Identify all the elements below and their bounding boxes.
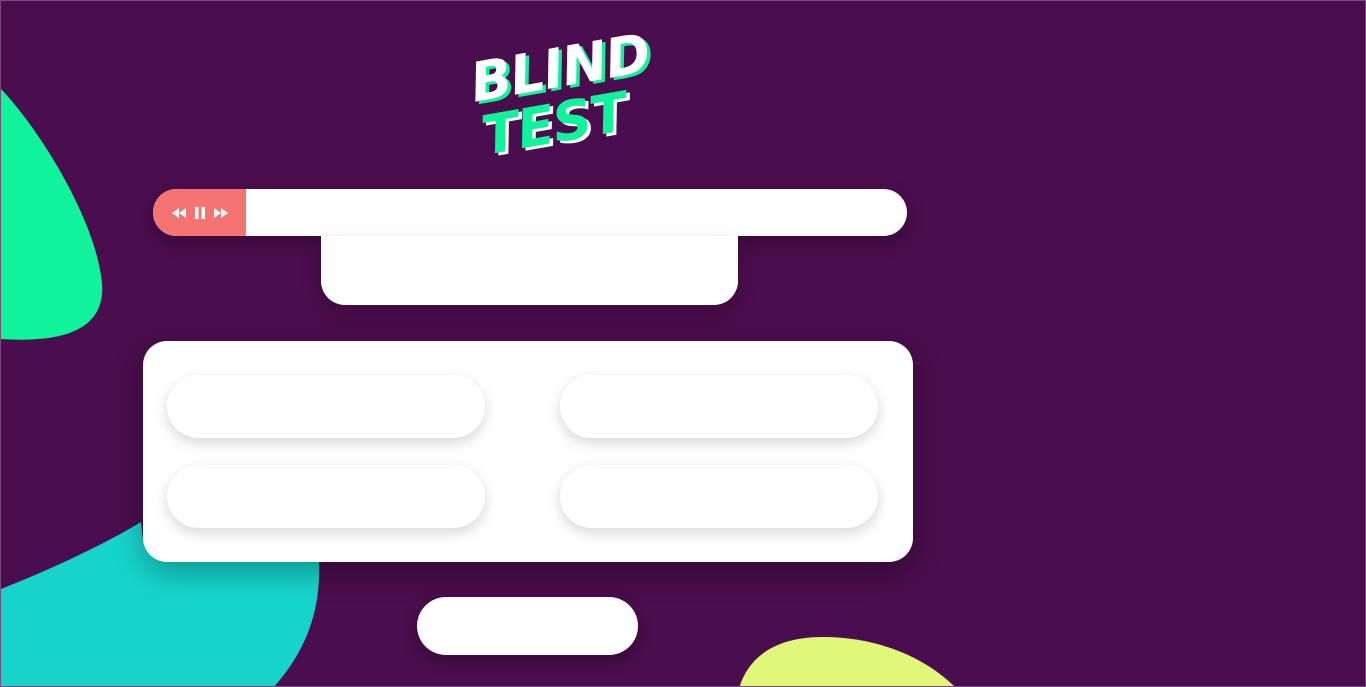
track-progress-area[interactable] — [246, 189, 907, 236]
app-frame: BLIND TEST — [0, 0, 1366, 687]
player-controls — [153, 189, 246, 236]
rewind-icon[interactable] — [171, 207, 186, 218]
answer-option-4[interactable] — [560, 465, 878, 528]
answer-option-1[interactable] — [167, 375, 485, 438]
answers-card — [143, 341, 913, 562]
pause-icon[interactable] — [194, 206, 205, 219]
green-blob — [1, 89, 103, 340]
answer-option-2[interactable] — [560, 375, 878, 438]
audio-player-bar — [153, 189, 907, 236]
track-info-panel — [321, 236, 738, 305]
lime-blob — [739, 637, 954, 686]
fast-forward-icon[interactable] — [213, 207, 228, 218]
answer-option-3[interactable] — [167, 465, 485, 528]
submit-button[interactable] — [417, 597, 638, 655]
